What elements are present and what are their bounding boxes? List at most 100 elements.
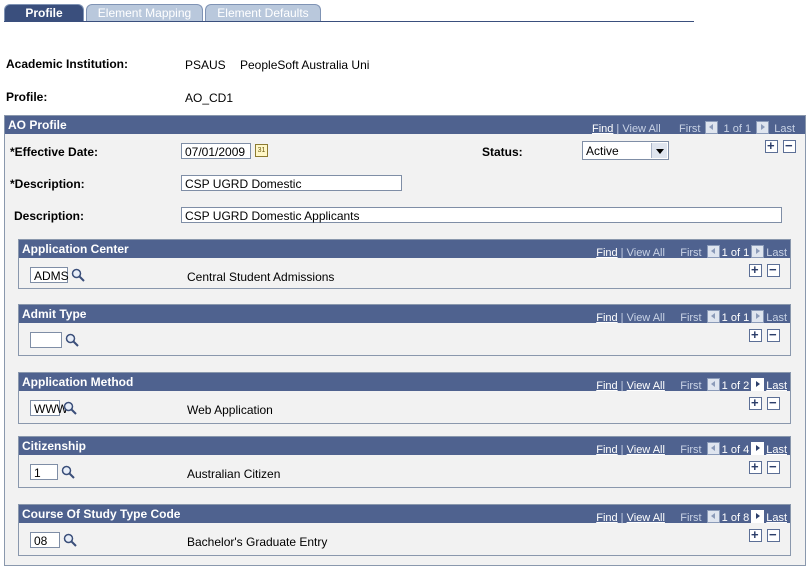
citizenship-code-input[interactable]: 1 <box>30 464 58 480</box>
description-long-input[interactable]: CSP UGRD Domestic Applicants <box>181 207 782 223</box>
view-all-link[interactable]: View All <box>627 380 665 392</box>
citizenship-group: Citizenship Find | View All First 1 of 4 L… <box>18 436 791 488</box>
description-required-label: *Description: <box>10 177 85 191</box>
last-label[interactable]: Last <box>766 380 787 392</box>
find-link[interactable]: Find <box>596 247 617 259</box>
add-row-button[interactable]: + <box>765 138 778 153</box>
application-center-header: Application Center Find | View All First … <box>19 240 790 259</box>
find-link[interactable]: Find <box>596 312 617 324</box>
plus-icon: + <box>751 327 759 342</box>
last-label[interactable]: Last <box>766 444 787 456</box>
view-all-link[interactable]: View All <box>627 512 665 524</box>
description-label: Description: <box>14 209 85 223</box>
previous-arrow-icon <box>706 245 720 258</box>
admit-type-group: Admit Type Find | View All First 1 of 1 La… <box>18 304 791 356</box>
row-counter: 1 of 8 <box>721 512 750 524</box>
admit-type-header: Admit Type Find | View All First 1 of 1 La… <box>19 305 790 324</box>
previous-arrow-icon <box>706 310 720 323</box>
find-link[interactable]: Find <box>596 444 617 456</box>
description-short-input[interactable]: CSP UGRD Domestic <box>181 175 402 191</box>
admit-type-delete-button[interactable]: − <box>767 327 780 342</box>
first-label: First <box>680 444 702 456</box>
effective-date-input[interactable]: 07/01/2009 <box>181 143 251 159</box>
plus-icon: + <box>751 459 759 474</box>
nav-sep: | <box>617 312 627 324</box>
status-value: Active <box>586 144 619 158</box>
minus-icon: − <box>769 527 777 542</box>
nav-sep: | <box>613 123 623 135</box>
find-link[interactable]: Find <box>596 512 617 524</box>
first-label: First <box>680 247 702 259</box>
application-center-code-input[interactable]: ADMS <box>30 267 69 283</box>
application-method-code-input[interactable]: WWW <box>30 400 68 416</box>
next-arrow-icon[interactable] <box>751 442 765 455</box>
magnifier-icon[interactable] <box>63 533 77 547</box>
last-label[interactable]: Last <box>766 512 787 524</box>
previous-arrow-icon <box>706 442 720 455</box>
previous-arrow-icon <box>705 121 719 134</box>
first-label: First <box>680 312 702 324</box>
next-arrow-icon[interactable] <box>751 378 765 391</box>
application-method-description: Web Application <box>187 403 273 417</box>
institution-name: PeopleSoft Australia Uni <box>240 58 370 72</box>
delete-row-button[interactable]: − <box>783 138 796 153</box>
ao-profile-title: AO Profile <box>8 118 67 132</box>
magnifier-icon[interactable] <box>63 401 77 415</box>
previous-arrow-icon <box>706 378 720 391</box>
status-label: Status: <box>482 145 523 159</box>
admit-type-code-input[interactable] <box>30 332 62 348</box>
institution-code: PSAUS <box>185 58 226 72</box>
course-of-study-type-nav: Find | View All First 1 of 8 Last <box>596 510 787 524</box>
course-of-study-type-header: Course Of Study Type Code Find | View All… <box>19 505 790 524</box>
citizenship-header: Citizenship Find | View All First 1 of 4 L… <box>19 437 790 456</box>
course-of-study-type-delete-button[interactable]: − <box>767 527 780 542</box>
view-all-link: View All <box>626 247 665 259</box>
first-label: First <box>680 380 702 392</box>
application-method-add-button[interactable]: + <box>749 395 762 410</box>
admit-type-nav: Find | View All First 1 of 1 Last <box>596 310 787 324</box>
tab-element-mapping[interactable]: Element Mapping <box>86 4 203 22</box>
application-center-delete-button[interactable]: − <box>767 262 780 277</box>
minus-icon: − <box>769 459 777 474</box>
nav-sep: | <box>617 512 627 524</box>
row-counter: 1 of 1 <box>721 247 750 259</box>
magnifier-icon[interactable] <box>65 333 79 347</box>
plus-icon: + <box>751 262 759 277</box>
status-select[interactable]: Active <box>582 141 669 160</box>
plus-icon: + <box>751 527 759 542</box>
previous-arrow-icon <box>706 510 720 523</box>
application-center-description: Central Student Admissions <box>187 270 335 284</box>
citizenship-delete-button[interactable]: − <box>767 459 780 474</box>
last-label: Last <box>774 123 795 135</box>
tab-profile[interactable]: Profile <box>4 4 84 22</box>
application-center-add-button[interactable]: + <box>749 262 762 277</box>
magnifier-icon[interactable] <box>71 268 85 282</box>
course-of-study-type-code-input[interactable]: 08 <box>30 532 60 548</box>
tab-element-defaults[interactable]: Element Defaults <box>205 4 321 22</box>
nav-sep: | <box>617 444 627 456</box>
tab-underline <box>4 21 694 22</box>
view-all-link: View All <box>626 312 665 324</box>
chevron-down-icon[interactable] <box>651 143 667 158</box>
application-center-title: Application Center <box>22 242 129 256</box>
citizenship-add-button[interactable]: + <box>749 459 762 474</box>
application-center-nav: Find | View All First 1 of 1 Last <box>596 245 787 259</box>
course-of-study-type-title: Course Of Study Type Code <box>22 507 181 521</box>
ao-profile-nav: Find | View All First 1 of 1 Last <box>592 121 795 135</box>
profile-label: Profile: <box>6 90 48 104</box>
magnifier-icon[interactable] <box>61 465 75 479</box>
effective-date-label: *Effective Date: <box>10 145 99 159</box>
course-of-study-type-add-button[interactable]: + <box>749 527 762 542</box>
row-counter: 1 of 4 <box>721 444 750 456</box>
calendar-icon[interactable]: 31 <box>255 144 268 157</box>
minus-icon: − <box>769 327 777 342</box>
citizenship-nav: Find | View All First 1 of 4 Last <box>596 442 787 456</box>
find-link[interactable]: Find <box>592 123 613 135</box>
view-all-link[interactable]: View All <box>627 444 665 456</box>
find-link[interactable]: Find <box>596 380 617 392</box>
minus-icon: − <box>785 138 793 153</box>
admit-type-add-button[interactable]: + <box>749 327 762 342</box>
application-method-delete-button[interactable]: − <box>767 395 780 410</box>
next-arrow-icon[interactable] <box>751 510 765 523</box>
course-of-study-type-group: Course Of Study Type Code Find | View All… <box>18 504 791 556</box>
